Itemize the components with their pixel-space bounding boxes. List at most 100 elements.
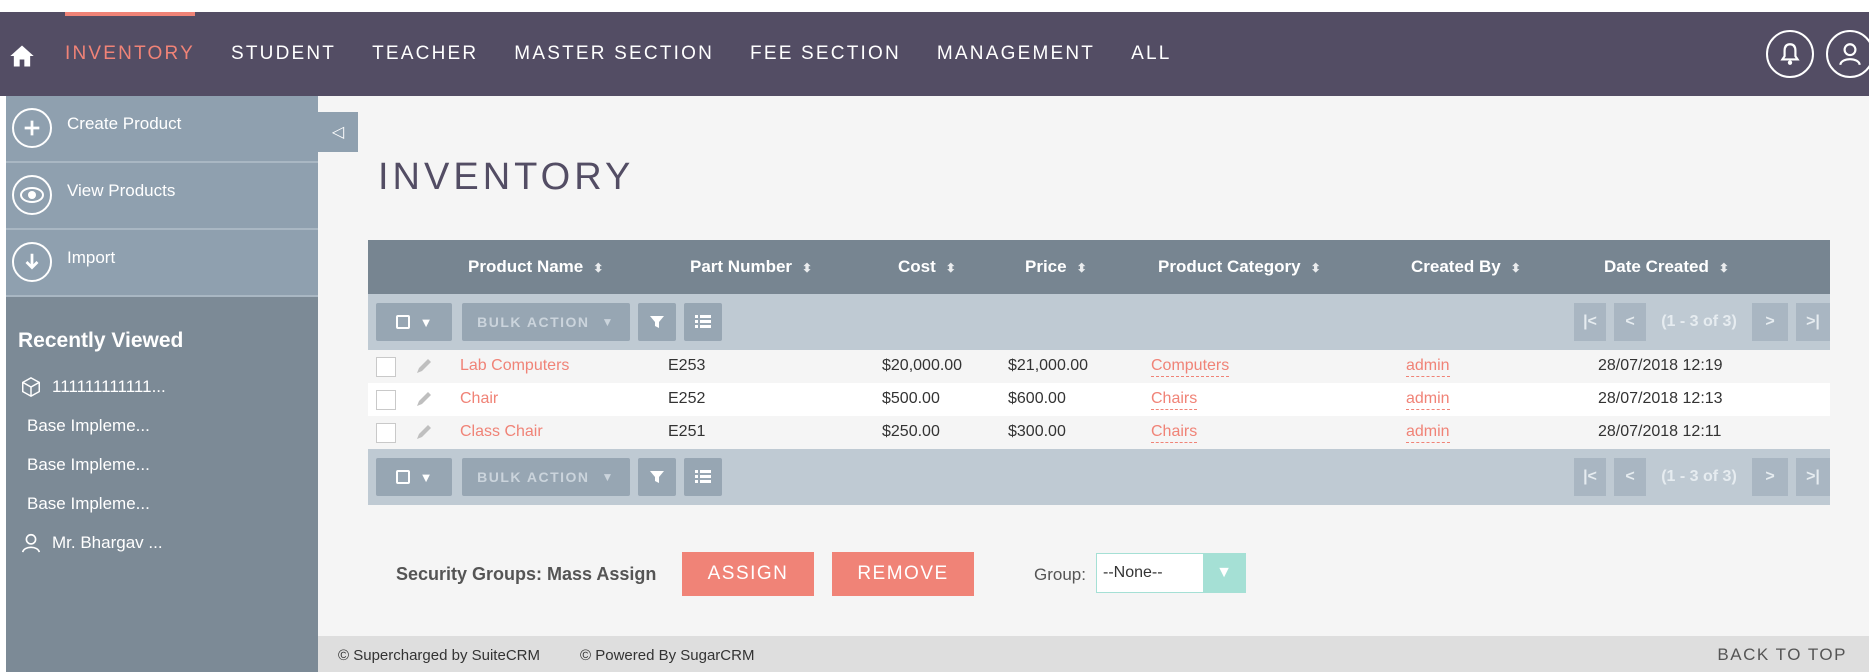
column-header-created-by[interactable]: Created By ⬍ bbox=[1411, 257, 1521, 277]
caret-down-icon: ▼ bbox=[601, 470, 615, 484]
sort-icon: ⬍ bbox=[1076, 261, 1087, 275]
created-by-link[interactable]: admin bbox=[1406, 357, 1450, 377]
create-product-action[interactable]: Create Product bbox=[6, 96, 318, 163]
product-name-link[interactable]: Class Chair bbox=[460, 423, 543, 441]
pagination-range: (1 - 3 of 3) bbox=[1661, 468, 1737, 485]
column-header-price[interactable]: Price ⬍ bbox=[1025, 257, 1087, 277]
top-nav: INVENTORY STUDENT TEACHER MASTER SECTION… bbox=[0, 12, 1869, 96]
cost: $250.00 bbox=[882, 423, 940, 440]
recent-item[interactable]: Base Impleme... bbox=[6, 484, 318, 523]
nav-all[interactable]: ALL bbox=[1131, 43, 1171, 65]
import-action[interactable]: Import bbox=[6, 230, 318, 297]
date-created: 28/07/2018 12:19 bbox=[1598, 357, 1723, 374]
user-icon bbox=[21, 533, 41, 553]
nav-inventory[interactable]: INVENTORY bbox=[65, 43, 195, 65]
part-number: E253 bbox=[668, 357, 706, 374]
pencil-icon[interactable] bbox=[414, 356, 434, 376]
notifications-button[interactable] bbox=[1766, 30, 1814, 78]
table-row: Chair E252 $500.00 $600.00 Chairs admin … bbox=[368, 383, 1830, 416]
column-header-product-category[interactable]: Product Category ⬍ bbox=[1158, 257, 1321, 277]
recent-item[interactable]: Base Impleme... bbox=[6, 445, 318, 484]
caret-down-icon: ▼ bbox=[1203, 554, 1245, 592]
product-category-link[interactable]: Chairs bbox=[1151, 423, 1198, 443]
product-name-link[interactable]: Chair bbox=[460, 390, 498, 408]
box-icon bbox=[22, 376, 40, 398]
recent-item-label: Base Impleme... bbox=[27, 416, 150, 435]
pagination-first-button[interactable]: |< bbox=[1574, 303, 1606, 341]
select-all-dropdown[interactable]: ▼ bbox=[376, 458, 452, 496]
nav-student[interactable]: STUDENT bbox=[231, 43, 336, 65]
bulk-action-button[interactable]: BULK ACTION ▼ bbox=[462, 458, 630, 496]
nav-menu: INVENTORY STUDENT TEACHER MASTER SECTION… bbox=[65, 12, 1208, 96]
filter-button[interactable] bbox=[638, 458, 676, 496]
column-chooser-button[interactable] bbox=[684, 303, 722, 341]
created-by-link[interactable]: admin bbox=[1406, 423, 1450, 443]
sort-icon: ⬍ bbox=[802, 261, 813, 275]
product-category-link[interactable]: Chairs bbox=[1151, 390, 1198, 410]
nav-master-section[interactable]: MASTER SECTION bbox=[514, 43, 714, 65]
product-name-link[interactable]: Lab Computers bbox=[460, 357, 569, 375]
pagination-first-button[interactable]: |< bbox=[1574, 458, 1606, 496]
bell-icon bbox=[1780, 43, 1800, 65]
user-menu-button[interactable] bbox=[1826, 30, 1869, 78]
recent-item[interactable]: 111111111111... bbox=[6, 367, 318, 406]
column-header-cost[interactable]: Cost ⬍ bbox=[898, 257, 956, 277]
column-header-date-created[interactable]: Date Created ⬍ bbox=[1604, 257, 1729, 277]
filter-icon bbox=[650, 471, 664, 483]
table-row: Class Chair E251 $250.00 $300.00 Chairs … bbox=[368, 416, 1830, 449]
table-row: Lab Computers E253 $20,000.00 $21,000.00… bbox=[368, 350, 1830, 383]
filter-icon bbox=[650, 316, 664, 328]
price: $600.00 bbox=[1008, 390, 1066, 407]
sort-icon: ⬍ bbox=[593, 261, 604, 275]
nav-management[interactable]: MANAGEMENT bbox=[937, 43, 1095, 65]
create-product-label: Create Product bbox=[67, 114, 182, 133]
remove-button[interactable]: REMOVE bbox=[832, 552, 974, 596]
sidebar-collapse-button[interactable]: ◁ bbox=[318, 112, 358, 152]
pagination-prev-button[interactable]: < bbox=[1614, 458, 1646, 496]
price: $300.00 bbox=[1008, 423, 1066, 440]
powered-link[interactable]: © Powered By SugarCRM bbox=[580, 647, 754, 664]
back-to-top-link[interactable]: BACK TO TOP bbox=[1717, 645, 1847, 665]
row-checkbox[interactable] bbox=[376, 357, 396, 377]
bulk-action-button[interactable]: BULK ACTION ▼ bbox=[462, 303, 630, 341]
created-by-link[interactable]: admin bbox=[1406, 390, 1450, 410]
column-header-product-name[interactable]: Product Name ⬍ bbox=[468, 257, 603, 277]
filter-button[interactable] bbox=[638, 303, 676, 341]
pagination-last-button[interactable]: >| bbox=[1796, 458, 1830, 496]
recent-item-label: Mr. Bhargav ... bbox=[52, 533, 163, 552]
part-number: E252 bbox=[668, 390, 706, 407]
import-label: Import bbox=[67, 248, 116, 267]
list-icon bbox=[695, 470, 711, 483]
recent-item-label: Base Impleme... bbox=[27, 455, 150, 474]
price: $21,000.00 bbox=[1008, 357, 1089, 374]
product-category-link[interactable]: Computers bbox=[1151, 357, 1230, 377]
column-chooser-button[interactable] bbox=[684, 458, 722, 496]
column-header-part-number[interactable]: Part Number ⬍ bbox=[690, 257, 812, 277]
pagination-next-button[interactable]: > bbox=[1752, 303, 1788, 341]
pagination-next-button[interactable]: > bbox=[1752, 458, 1788, 496]
nav-fee-section[interactable]: FEE SECTION bbox=[750, 43, 901, 65]
recent-item-label: Base Impleme... bbox=[27, 494, 150, 513]
home-icon[interactable] bbox=[8, 42, 36, 70]
nav-teacher[interactable]: TEACHER bbox=[372, 43, 478, 65]
view-products-action[interactable]: View Products bbox=[6, 163, 318, 230]
group-select[interactable]: --None-- ▼ bbox=[1096, 553, 1246, 593]
select-all-dropdown[interactable]: ▼ bbox=[376, 303, 452, 341]
group-label: Group: bbox=[1034, 565, 1086, 584]
pagination-prev-button[interactable]: < bbox=[1614, 303, 1646, 341]
recent-item[interactable]: Base Impleme... bbox=[6, 406, 318, 445]
download-icon bbox=[12, 242, 52, 282]
pencil-icon[interactable] bbox=[414, 389, 434, 409]
eye-icon bbox=[12, 175, 52, 215]
checkbox-icon bbox=[395, 315, 410, 329]
part-number: E251 bbox=[668, 423, 706, 440]
row-checkbox[interactable] bbox=[376, 390, 396, 410]
pencil-icon[interactable] bbox=[414, 422, 434, 442]
pagination-last-button[interactable]: >| bbox=[1796, 303, 1830, 341]
caret-down-icon: ▼ bbox=[419, 469, 433, 485]
recent-item[interactable]: Mr. Bhargav ... bbox=[6, 523, 318, 562]
assign-button[interactable]: ASSIGN bbox=[682, 552, 814, 596]
row-checkbox[interactable] bbox=[376, 423, 396, 443]
sort-icon: ⬍ bbox=[1310, 261, 1321, 275]
supercharged-link[interactable]: © Supercharged by SuiteCRM bbox=[338, 647, 540, 664]
